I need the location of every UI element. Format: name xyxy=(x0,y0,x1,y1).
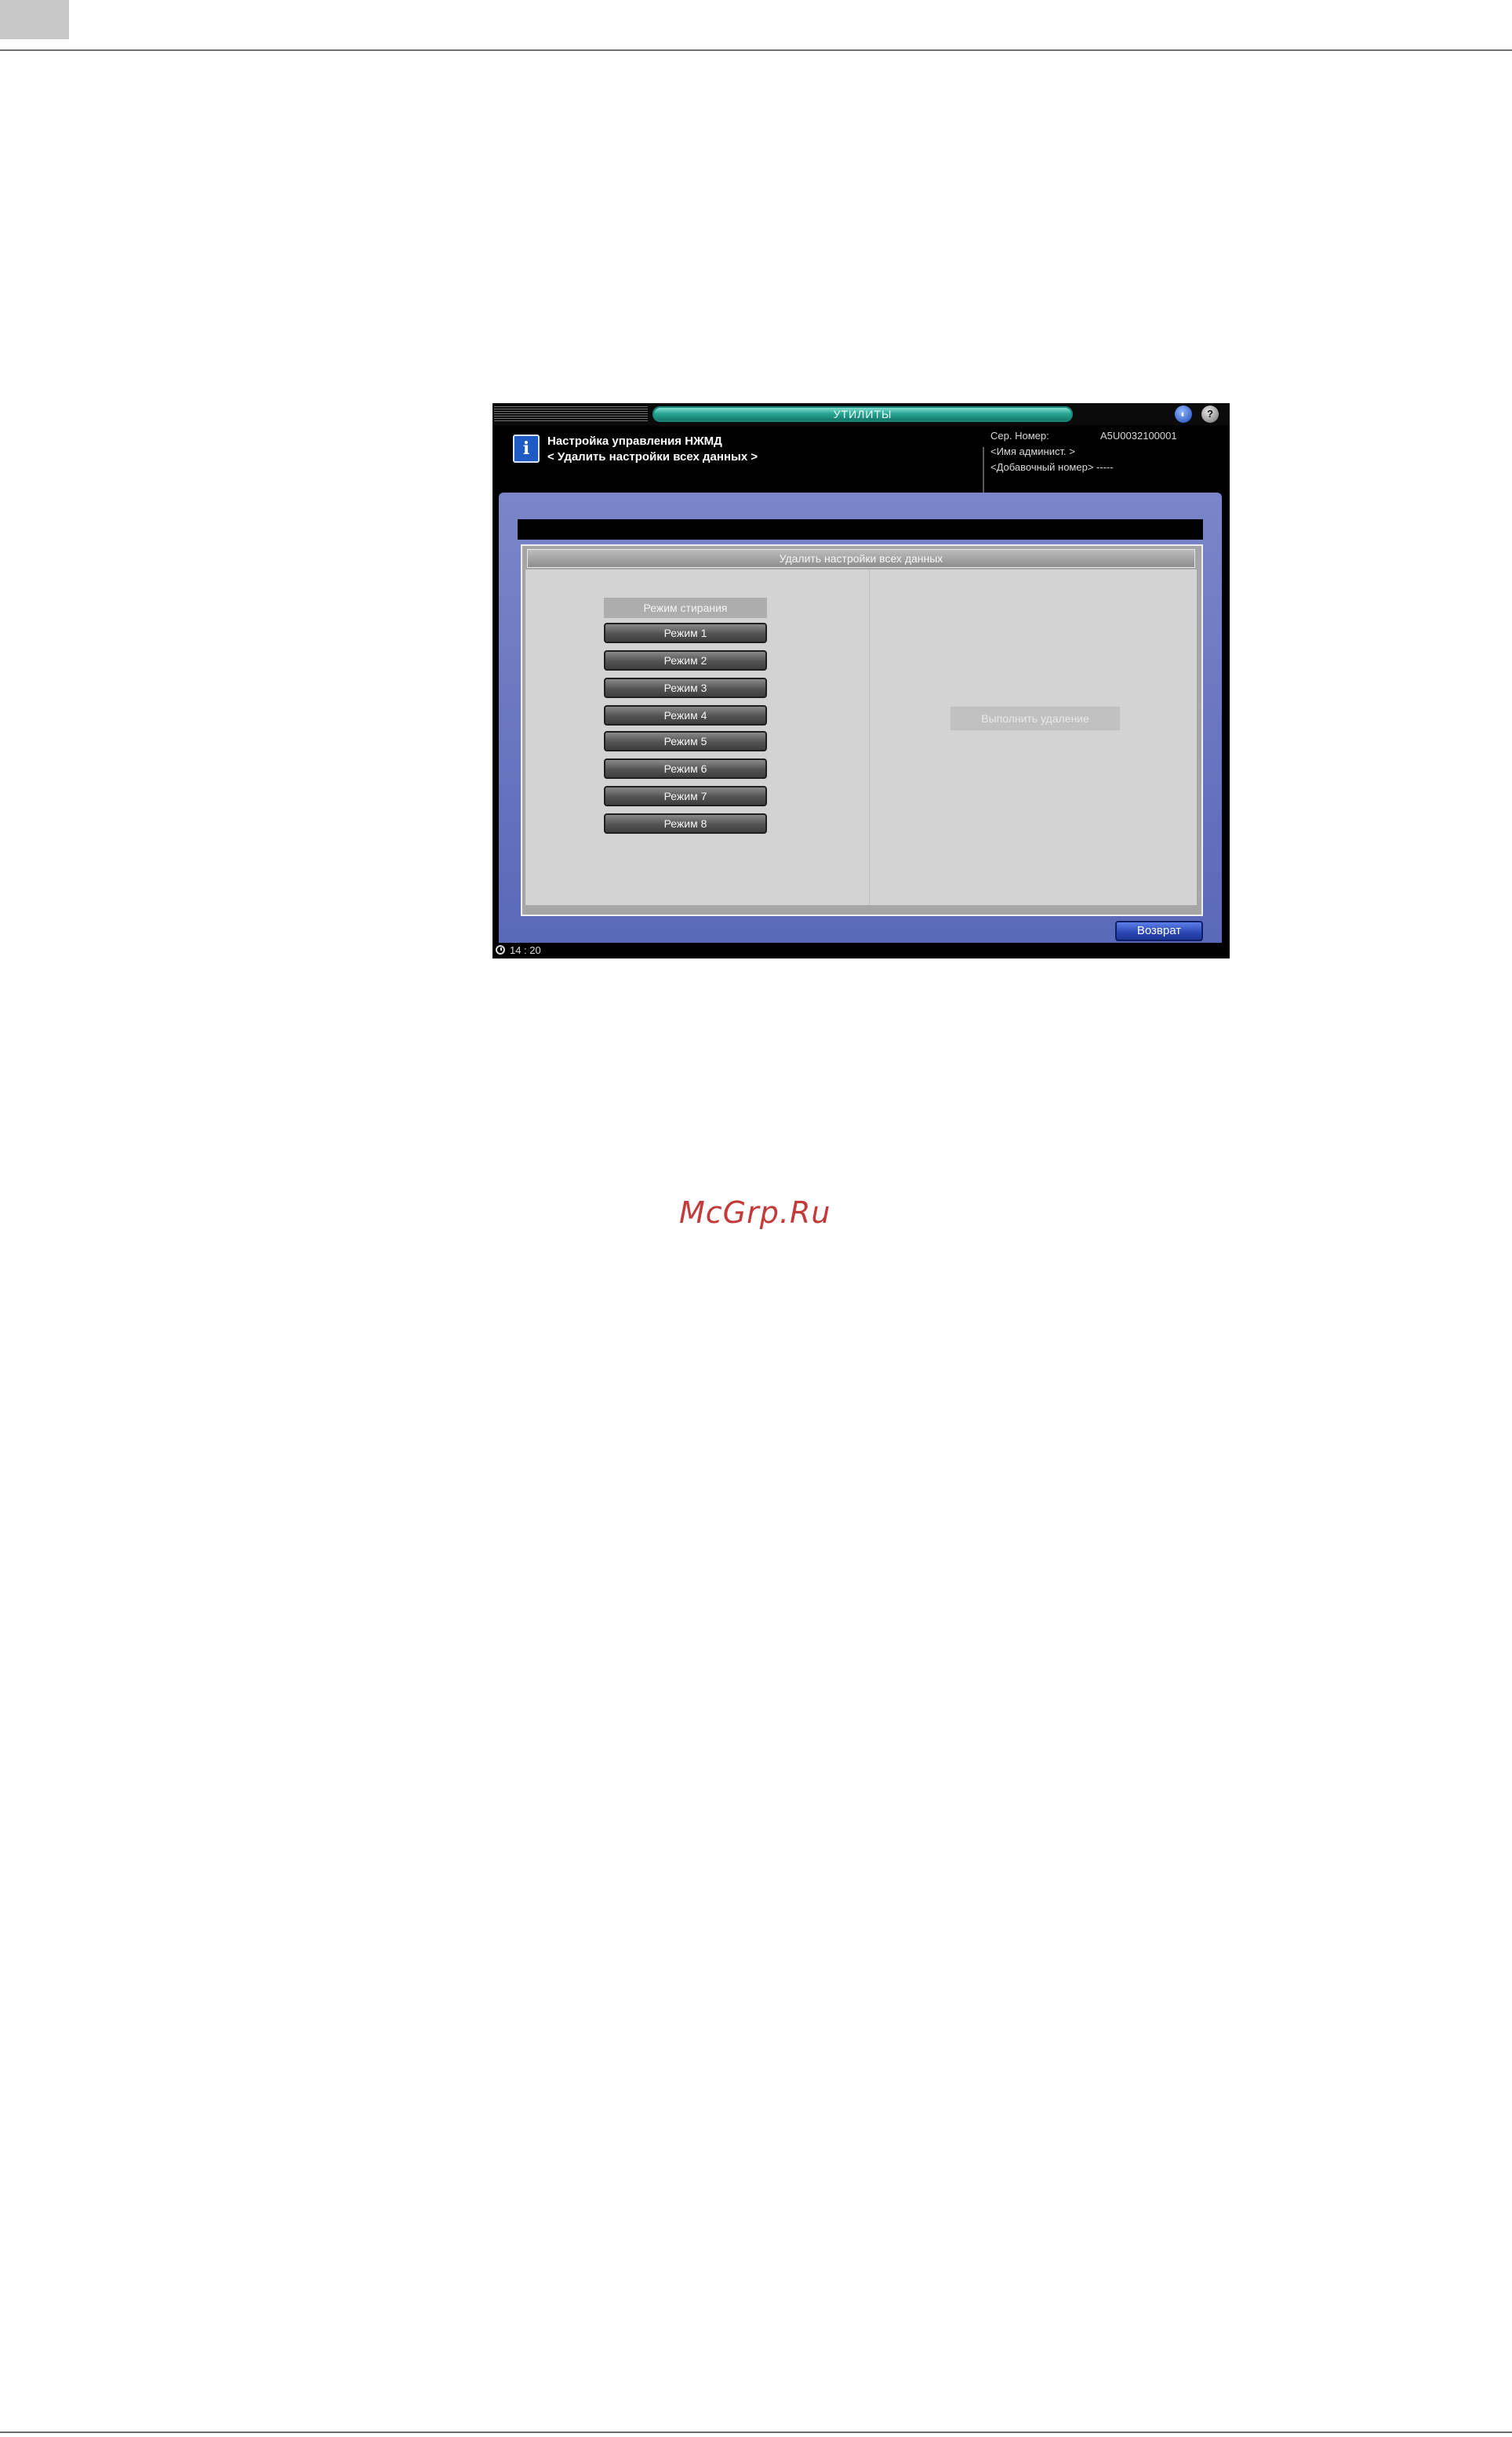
serial-label: Сер. Номер: xyxy=(990,430,1049,442)
admin-name: <Имя админист. > xyxy=(990,446,1075,457)
extension-number: <Добавочный номер> ----- xyxy=(990,461,1114,473)
erase-mode-label: Режим стирания xyxy=(604,598,767,618)
screen-title: Настройка управления НЖМД xyxy=(547,435,722,448)
mode-2-button[interactable]: Режим 2 xyxy=(604,650,767,671)
info-area: i Настройка управления НЖМД < Удалить на… xyxy=(492,425,1230,510)
delete-settings-panel: Удалить настройки всех данных Режим стир… xyxy=(521,544,1203,916)
title-stripes xyxy=(494,406,648,422)
utilities-tab[interactable]: УТИЛИТЫ xyxy=(652,406,1073,422)
message-bar xyxy=(518,519,1203,540)
status-bar: 14 : 20 xyxy=(492,943,1230,958)
page-corner-marker xyxy=(0,0,69,39)
bottom-rule xyxy=(0,2432,1512,2433)
top-rule xyxy=(0,49,1512,51)
title-bar: УТИЛИТЫ ◐ ? xyxy=(492,403,1230,425)
mode-5-button[interactable]: Режим 5 xyxy=(604,731,767,751)
panel-divider xyxy=(869,569,870,905)
screen-subtitle: < Удалить настройки всех данных > xyxy=(547,450,758,464)
sound-icon[interactable]: ◐ xyxy=(1175,406,1192,423)
mode-3-button[interactable]: Режим 3 xyxy=(604,678,767,698)
watermark-text: McGrp.Ru xyxy=(679,1195,831,1230)
mode-1-button[interactable]: Режим 1 xyxy=(604,623,767,643)
execute-delete-button[interactable]: Выполнить удаление xyxy=(950,706,1121,731)
help-icon[interactable]: ? xyxy=(1201,406,1219,423)
info-icon: i xyxy=(513,435,540,463)
clock-time: 14 : 20 xyxy=(510,944,541,956)
panel-body: Режим стирания Режим 1 Режим 2 Режим 3 Р… xyxy=(525,569,1197,905)
clock-icon xyxy=(496,945,505,955)
main-frame: Удалить настройки всех данных Режим стир… xyxy=(499,493,1222,952)
serial-value: A5U0032100001 xyxy=(1100,430,1177,442)
mode-7-button[interactable]: Режим 7 xyxy=(604,786,767,806)
mode-8-button[interactable]: Режим 8 xyxy=(604,813,767,834)
mode-6-button[interactable]: Режим 6 xyxy=(604,758,767,779)
mode-4-button[interactable]: Режим 4 xyxy=(604,705,767,726)
back-button[interactable]: Возврат xyxy=(1115,921,1203,941)
device-screen: УТИЛИТЫ ◐ ? i Настройка управления НЖМД … xyxy=(492,403,1230,958)
panel-title: Удалить настройки всех данных xyxy=(527,549,1195,568)
